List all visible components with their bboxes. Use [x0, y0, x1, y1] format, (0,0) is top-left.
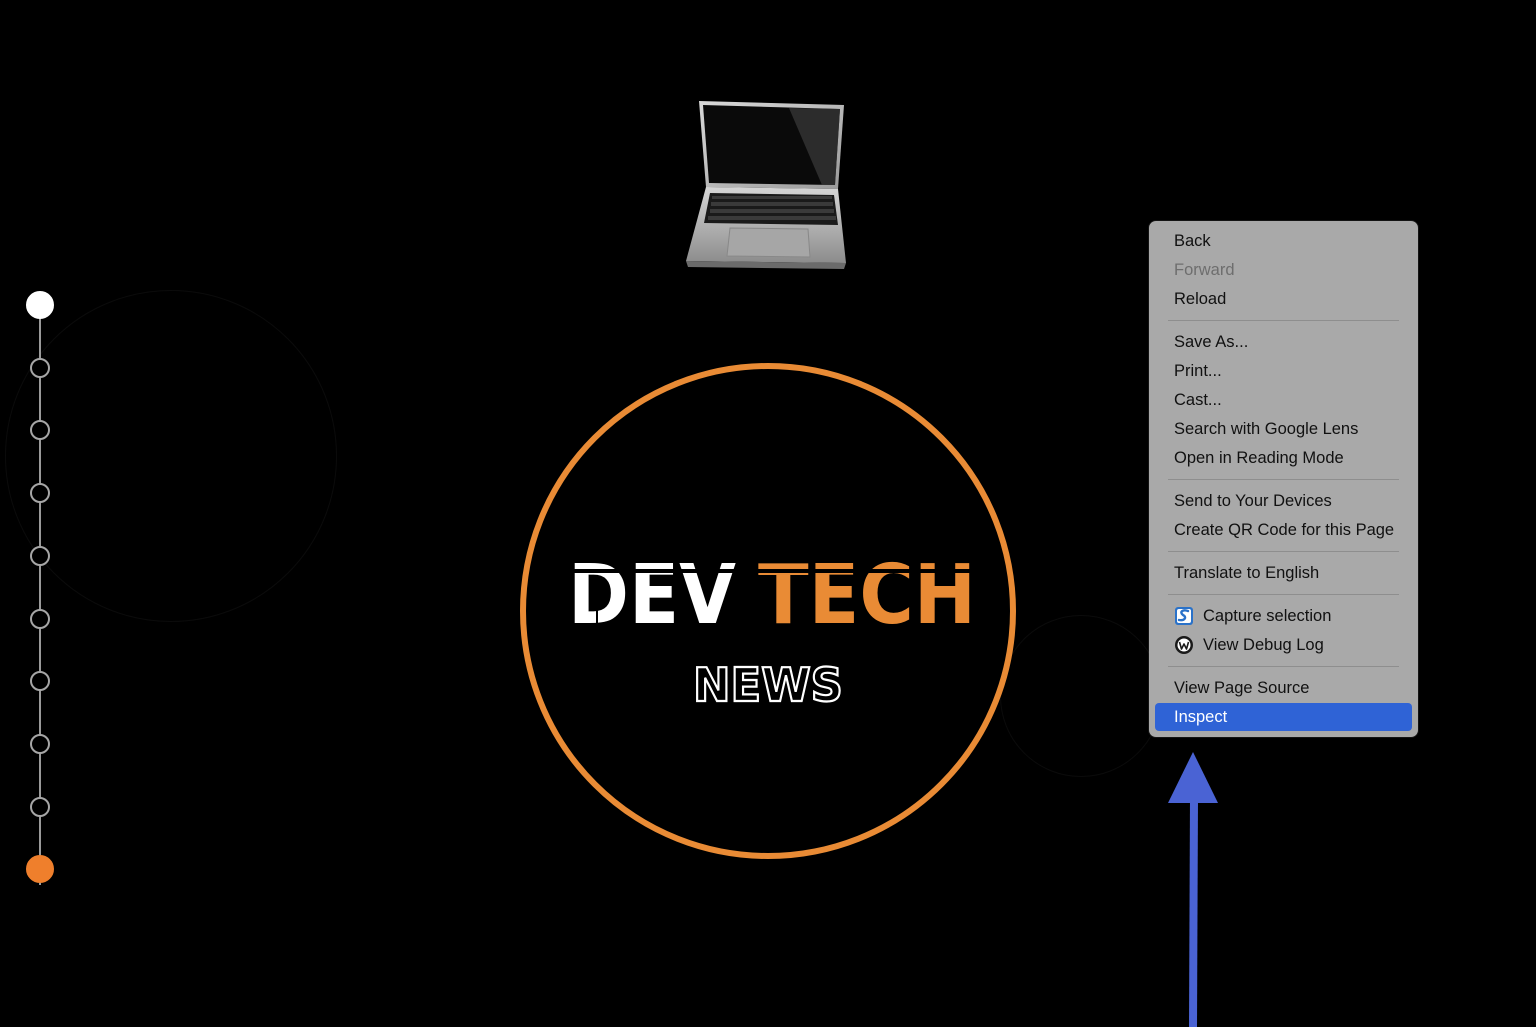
menu-item-back[interactable]: Back — [1155, 227, 1412, 256]
menu-item-label: View Debug Log — [1203, 636, 1324, 654]
menu-item-label: Translate to English — [1174, 564, 1320, 582]
decorative-circle — [1000, 615, 1162, 777]
menu-item-label: Cast... — [1174, 391, 1222, 409]
timeline-dot-6[interactable] — [30, 608, 50, 629]
menu-separator — [1168, 479, 1399, 480]
menu-item-label: Back — [1174, 232, 1211, 250]
menu-item-reload[interactable]: Reload — [1155, 285, 1412, 314]
menu-item-cast[interactable]: Cast... — [1155, 386, 1412, 415]
menu-item-send-to-your-devices[interactable]: Send to Your Devices — [1155, 487, 1412, 516]
page: DEV TECH NEWS Back Forward Reload Save As..… — [0, 0, 1536, 1027]
debug-log-icon — [1174, 635, 1194, 655]
menu-item-search-with-google-lens[interactable]: Search with Google Lens — [1155, 415, 1412, 444]
menu-item-open-in-reading-mode[interactable]: Open in Reading Mode — [1155, 444, 1412, 473]
timeline-dot-7[interactable] — [30, 671, 50, 692]
laptop-icon — [686, 101, 846, 269]
timeline-dot-10[interactable] — [26, 855, 54, 884]
menu-separator — [1168, 594, 1399, 595]
timeline-dot-5[interactable] — [30, 545, 50, 566]
timeline-dot-9[interactable] — [30, 796, 50, 817]
menu-item-view-debug-log[interactable]: View Debug Log — [1155, 631, 1412, 660]
menu-item-label: Save As... — [1174, 333, 1249, 351]
menu-item-label: Inspect — [1174, 708, 1228, 726]
logo-word-news: NEWS — [693, 658, 843, 712]
timeline-dot-1[interactable] — [26, 291, 54, 319]
timeline-dot-4[interactable] — [30, 483, 50, 504]
browser-context-menu: Back Forward Reload Save As... Print... Cast.… — [1149, 221, 1418, 737]
up-arrow-icon — [1168, 752, 1218, 1027]
menu-item-label: View Page Source — [1174, 679, 1310, 697]
menu-item-save-as[interactable]: Save As... — [1155, 328, 1412, 357]
menu-separator — [1168, 320, 1399, 321]
logo-word-dev: DEV — [568, 548, 736, 643]
menu-item-label: Capture selection — [1203, 607, 1332, 625]
section-timeline-nav — [26, 291, 54, 886]
menu-item-label: Open in Reading Mode — [1174, 449, 1344, 467]
menu-separator — [1168, 666, 1399, 667]
menu-item-label: Send to Your Devices — [1174, 492, 1332, 510]
snagit-icon — [1174, 606, 1194, 626]
decorative-circle — [5, 290, 337, 622]
menu-item-label: Search with Google Lens — [1174, 420, 1359, 438]
menu-item-label: Create QR Code for this Page — [1174, 521, 1395, 539]
menu-item-capture-selection[interactable]: Capture selection — [1155, 602, 1412, 631]
menu-separator — [1168, 551, 1399, 552]
devtech-news-logo: DEV TECH NEWS — [520, 363, 1016, 859]
menu-item-create-qr-code-for-this-page[interactable]: Create QR Code for this Page — [1155, 516, 1412, 545]
menu-item-view-page-source[interactable]: View Page Source — [1155, 674, 1412, 703]
logo-word-tech: TECH — [758, 548, 976, 643]
menu-item-print[interactable]: Print... — [1155, 357, 1412, 386]
menu-item-forward: Forward — [1155, 256, 1412, 285]
menu-item-label: Reload — [1174, 290, 1227, 308]
menu-item-label: Print... — [1174, 362, 1222, 380]
menu-item-inspect[interactable]: Inspect — [1155, 703, 1412, 731]
menu-item-label: Forward — [1174, 261, 1235, 279]
timeline-dot-2[interactable] — [30, 357, 50, 378]
timeline-dot-8[interactable] — [30, 733, 50, 754]
timeline-dot-3[interactable] — [30, 420, 50, 441]
menu-item-translate-to-english[interactable]: Translate to English — [1155, 559, 1412, 588]
